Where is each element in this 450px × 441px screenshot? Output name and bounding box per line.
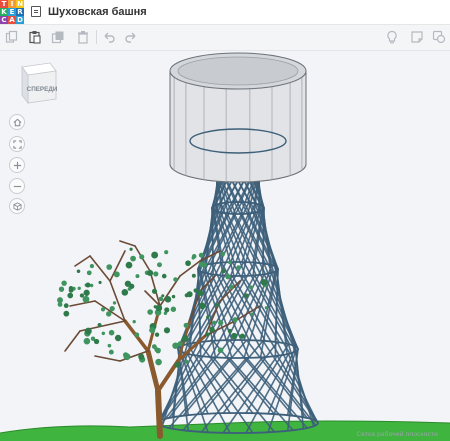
undo-icon[interactable]: [100, 28, 118, 46]
zoom-out-button[interactable]: [9, 178, 25, 194]
delete-icon[interactable]: [74, 28, 92, 46]
redo-icon[interactable]: [122, 28, 140, 46]
logo-letter: C: [0, 16, 8, 24]
workplane-grid-label: Сетка рабочей плоскости: [356, 431, 438, 438]
logo-letter: T: [0, 0, 8, 8]
view-cube-label: СПЕРЕДИ: [27, 86, 58, 93]
logo-letter: K: [0, 8, 8, 16]
duplicate-icon[interactable]: [49, 28, 67, 46]
perspective-toggle-button[interactable]: [9, 198, 25, 214]
logo-letter: A: [8, 16, 16, 24]
home-view-button[interactable]: [9, 114, 25, 130]
logo-letter: I: [8, 0, 16, 8]
paste-icon[interactable]: [26, 28, 44, 46]
toolbar-separator: [96, 30, 97, 44]
edit-toolbar: [0, 25, 450, 51]
design-list-icon[interactable]: [31, 6, 41, 17]
logo-letter: D: [16, 16, 24, 24]
shape-icon[interactable]: [430, 28, 448, 46]
logo-letter: N: [16, 0, 24, 8]
view-cube[interactable]: СПЕРЕДИ: [12, 61, 58, 112]
logo-letter: R: [16, 8, 24, 16]
shukhov-tower: [157, 52, 319, 434]
note-icon[interactable]: [408, 28, 426, 46]
logo-letter: E: [8, 8, 16, 16]
fit-view-button[interactable]: [9, 136, 25, 152]
tinkercad-logo[interactable]: TINKERCAD: [0, 0, 24, 24]
header-bar: TINKERCAD Шуховская башня: [0, 0, 450, 25]
lightbulb-icon[interactable]: [383, 28, 401, 46]
zoom-in-button[interactable]: [9, 157, 25, 173]
scene-3d[interactable]: [0, 52, 450, 441]
design-title[interactable]: Шуховская башня: [48, 4, 147, 20]
water-tank: [169, 52, 307, 183]
copy-icon[interactable]: [3, 28, 21, 46]
workplane-viewport[interactable]: СПЕРЕДИ Сетка рабочей плоскости: [0, 51, 450, 441]
